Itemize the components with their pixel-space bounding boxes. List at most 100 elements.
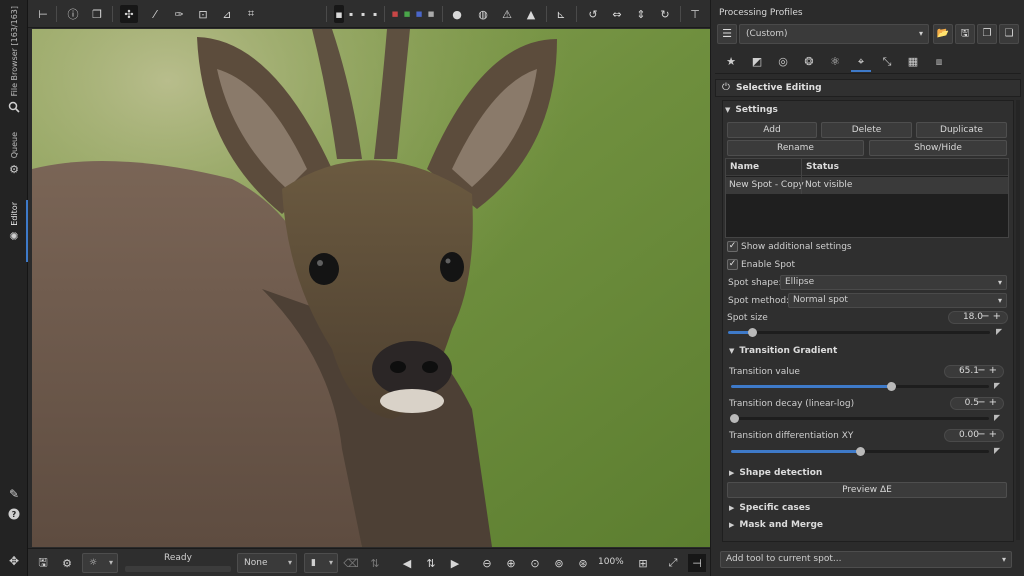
- save-icon[interactable]: 🖫: [34, 554, 52, 572]
- reset-icon[interactable]: ◤: [994, 413, 1000, 422]
- add-tool-select[interactable]: Add tool to current spot... ▾: [720, 551, 1012, 568]
- hide-panel-icon[interactable]: ⊢: [34, 5, 52, 23]
- local-tab-icon[interactable]: ⌖: [851, 52, 871, 72]
- copy-profile-icon[interactable]: ❐: [977, 24, 997, 44]
- favorites-tab-icon[interactable]: ★: [721, 52, 741, 72]
- enable-spot-checkbox[interactable]: ✓: [727, 259, 738, 270]
- transition-diff-slider[interactable]: [731, 447, 989, 456]
- minus-plus-icon[interactable]: −+: [977, 397, 1000, 408]
- slider-knob[interactable]: [730, 414, 739, 423]
- shadow-clipping-icon[interactable]: ⚠: [498, 5, 516, 23]
- show-hide-button[interactable]: Show/Hide: [869, 140, 1007, 156]
- transition-decay-spinner[interactable]: 0.5 −+: [950, 397, 1004, 410]
- color-label-select[interactable]: ▮ ▾: [304, 553, 338, 573]
- mask-merge-header[interactable]: ▶ Mask and Merge: [729, 520, 823, 530]
- blue-channel-icon[interactable]: ■: [414, 5, 424, 23]
- trash-icon[interactable]: ⌫: [342, 554, 360, 572]
- selective-editing-header[interactable]: ⏻ Selective Editing: [715, 79, 1021, 97]
- zoom-fit-icon[interactable]: ⊙: [526, 554, 544, 572]
- crop-guide-select[interactable]: None ▾: [237, 553, 297, 573]
- minus-plus-icon[interactable]: −+: [977, 365, 1000, 376]
- tab-editor[interactable]: Editor ✺: [3, 202, 25, 244]
- fullscreen-icon[interactable]: ⤢: [664, 554, 682, 572]
- hide-right-panel-icon[interactable]: ⊣: [688, 554, 706, 572]
- add-button[interactable]: Add: [727, 122, 817, 138]
- flip-vertical-icon[interactable]: ⇕: [632, 5, 650, 23]
- list-icon[interactable]: ☰: [717, 24, 737, 44]
- luminance-channel-icon[interactable]: ■: [426, 5, 436, 23]
- preview-channel-rgb-icon[interactable]: ▪: [334, 5, 344, 23]
- preview-channel-r-icon[interactable]: ▪: [346, 5, 356, 23]
- paste-profile-icon[interactable]: ❏: [999, 24, 1019, 44]
- tab-queue[interactable]: Queue ⚙: [3, 132, 25, 176]
- next-image-icon[interactable]: ▶: [446, 554, 464, 572]
- profile-select[interactable]: (Custom) ▾: [739, 24, 929, 44]
- white-balance-picker-icon[interactable]: ⁄: [146, 5, 164, 23]
- reset-icon[interactable]: ◤: [994, 446, 1000, 455]
- save-profile-icon[interactable]: 🖫: [955, 24, 975, 44]
- green-channel-icon[interactable]: ■: [402, 5, 412, 23]
- zoom-out-icon[interactable]: ⊖: [478, 554, 496, 572]
- zoom-fit-crop-icon[interactable]: ⊚: [550, 554, 568, 572]
- detail-tab-icon[interactable]: ◎: [773, 52, 793, 72]
- table-row[interactable]: New Spot - Copy Not visible: [726, 177, 1008, 194]
- reset-icon[interactable]: ◤: [996, 327, 1002, 336]
- open-profile-icon[interactable]: 📂: [933, 24, 953, 44]
- sync-icon[interactable]: ⇅: [366, 554, 384, 572]
- reset-icon[interactable]: ◤: [994, 381, 1000, 390]
- color-picker-icon[interactable]: ✑: [170, 5, 188, 23]
- spot-size-spinner[interactable]: 18.0 −+: [948, 311, 1008, 324]
- info-icon[interactable]: ⓘ: [64, 5, 82, 23]
- histogram-icon[interactable]: ⊾: [552, 5, 570, 23]
- exposure-tab-icon[interactable]: ◩: [747, 52, 767, 72]
- transition-gradient-header[interactable]: ▼ Transition Gradient: [729, 346, 837, 356]
- rotate-left-icon[interactable]: ↺: [584, 5, 602, 23]
- shape-detection-header[interactable]: ▶ Shape detection: [729, 468, 822, 478]
- queue-add-icon[interactable]: ⚙: [58, 554, 76, 572]
- preview-channel-b-icon[interactable]: ▪: [370, 5, 380, 23]
- straighten-icon[interactable]: ⊿: [218, 5, 236, 23]
- sharpening-mask-icon[interactable]: ◍: [474, 5, 492, 23]
- hand-tool-icon[interactable]: ✣: [120, 5, 138, 23]
- rotate-right-icon[interactable]: ↻: [656, 5, 674, 23]
- hide-top-panel-icon[interactable]: ⊤: [686, 5, 704, 23]
- sync-browser-icon[interactable]: ⇅: [422, 554, 440, 572]
- crop-icon[interactable]: ⊡: [194, 5, 212, 23]
- transition-diff-spinner[interactable]: 0.00 −+: [944, 429, 1004, 442]
- specific-cases-header[interactable]: ▶ Specific cases: [729, 503, 810, 513]
- before-after-icon[interactable]: ❐: [88, 5, 106, 23]
- metadata-tab-icon[interactable]: ▥: [929, 52, 949, 72]
- new-detail-window-icon[interactable]: ⊞: [634, 554, 652, 572]
- slider-knob[interactable]: [747, 328, 757, 337]
- transition-value-spinner[interactable]: 65.1 −+: [944, 365, 1004, 378]
- rename-button[interactable]: Rename: [727, 140, 864, 156]
- power-icon[interactable]: ⏻: [722, 82, 730, 93]
- transform-tab-icon[interactable]: ⤡: [877, 52, 897, 72]
- show-additional-checkbox[interactable]: ✓: [727, 241, 738, 252]
- preview-channel-g-icon[interactable]: ▪: [358, 5, 368, 23]
- duplicate-button[interactable]: Duplicate: [916, 122, 1007, 138]
- raw-tab-icon[interactable]: ▦: [903, 52, 923, 72]
- move-icon[interactable]: ✥: [6, 553, 22, 569]
- delete-button[interactable]: Delete: [821, 122, 912, 138]
- zoom-100-icon[interactable]: ⊛: [574, 554, 592, 572]
- spot-size-slider[interactable]: [728, 328, 990, 337]
- external-editor-button[interactable]: ☼ ▾: [82, 553, 118, 573]
- slider-knob[interactable]: [886, 382, 896, 391]
- minus-plus-icon[interactable]: −+: [981, 311, 1004, 322]
- transition-value-slider[interactable]: [731, 382, 989, 391]
- focus-mask-icon[interactable]: ●: [448, 5, 466, 23]
- highlight-clipping-icon[interactable]: ▲: [522, 5, 540, 23]
- spot-shape-select[interactable]: Ellipse ▾: [780, 275, 1007, 290]
- flip-horizontal-icon[interactable]: ⇔: [608, 5, 626, 23]
- image-preview[interactable]: [32, 29, 710, 547]
- wand-icon[interactable]: ✎: [6, 486, 22, 502]
- preview-de-button[interactable]: Preview ΔE: [727, 482, 1007, 498]
- red-channel-icon[interactable]: ■: [390, 5, 400, 23]
- column-status[interactable]: Status: [806, 162, 839, 172]
- zoom-in-icon[interactable]: ⊕: [502, 554, 520, 572]
- spot-method-select[interactable]: Normal spot ▾: [788, 293, 1007, 308]
- color-tab-icon[interactable]: ❂: [799, 52, 819, 72]
- column-name[interactable]: Name: [730, 162, 759, 172]
- slider-knob[interactable]: [856, 447, 865, 456]
